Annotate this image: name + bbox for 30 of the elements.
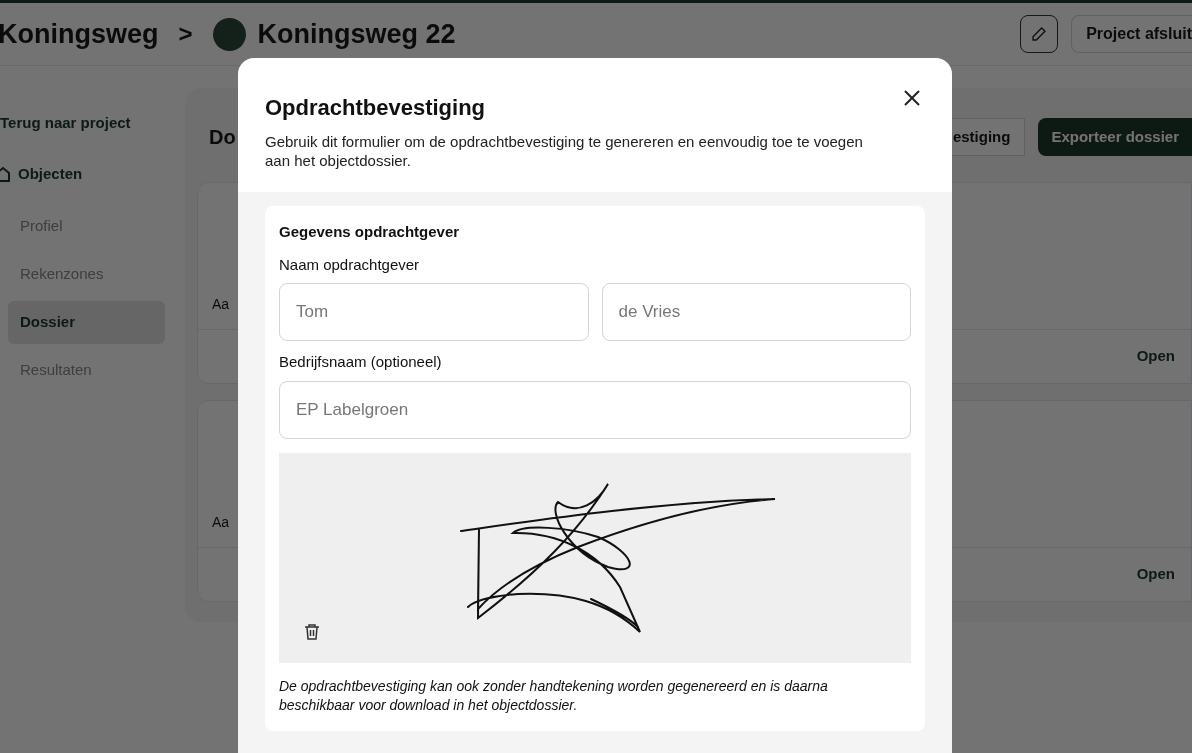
breadcrumb-link[interactable]: Koningsweg <box>0 13 159 55</box>
back-link[interactable]: Terug naar project <box>0 112 185 135</box>
signature-pad[interactable] <box>279 452 911 663</box>
input-field[interactable]: EP Labelgroen <box>279 380 911 439</box>
delete-button[interactable] <box>303 622 321 641</box>
card-label: Aa <box>212 513 230 532</box>
input-field[interactable]: de Vries <box>601 283 911 341</box>
close-icon <box>903 89 921 107</box>
pencil-icon <box>1031 26 1048 42</box>
signature-note: De opdrachtbevestiging kan ook zonder handtekening worden gegenereerd en is daarna beschikbaar voor download in het objectdossier. <box>279 676 829 715</box>
trash-icon <box>304 623 320 640</box>
field-label: Bedrijfsnaam (optioneel) <box>279 352 443 372</box>
sidebar-item[interactable]: Dossier <box>8 301 165 344</box>
close-project-button[interactable]: Project afsluit <box>1071 15 1192 53</box>
open-link[interactable]: Open <box>1136 563 1175 586</box>
section-title: Gegevens opdrachtgever <box>279 222 461 242</box>
open-link[interactable]: Open <box>1136 345 1175 368</box>
export-button[interactable]: Exporteer dossier <box>1038 118 1192 156</box>
sidebar-section: Objecten <box>18 162 83 185</box>
breadcrumb-current: Koningsweg 22 <box>257 17 456 51</box>
modal-title: Opdrachtbevestiging <box>265 94 486 122</box>
field-label: Naam opdrachtgever <box>279 254 421 275</box>
breadcrumb-separator: > <box>178 19 193 49</box>
page-title: Do <box>209 125 236 150</box>
input-field[interactable]: Tom <box>279 283 589 341</box>
project-avatar <box>212 17 246 51</box>
card-label: Aa <box>212 295 230 314</box>
house-icon <box>0 165 10 182</box>
modal-description: Gebruik dit formulier om de opdrachtbevestiging te genereren en eenvoudig toe te voegen aan het objectdossier. <box>265 132 864 170</box>
edit-button[interactable] <box>1020 15 1059 53</box>
